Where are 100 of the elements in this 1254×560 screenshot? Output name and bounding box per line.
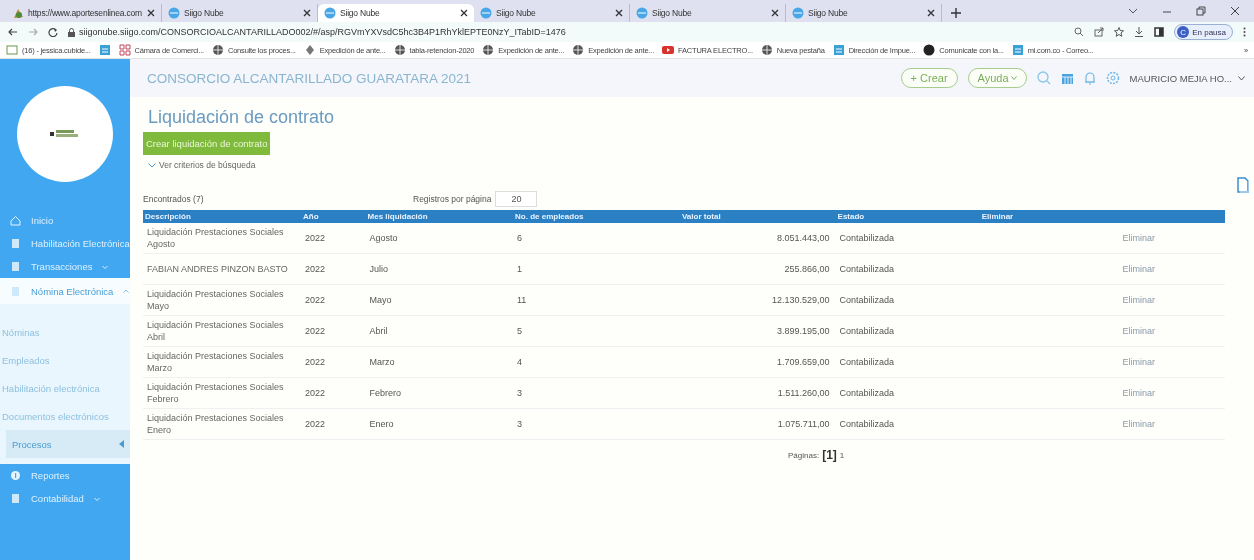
table-cell: FABIAN ANDRES PINZON BASTO	[147, 264, 288, 274]
table-cell: 1.511.260,00	[777, 388, 830, 398]
table-cell: Enero	[369, 419, 394, 429]
logo-icon	[50, 129, 80, 139]
table-cell: 8.051.443,00	[777, 233, 830, 243]
chevron-icon	[148, 162, 156, 168]
search-criteria-toggle[interactable]: Ver criterios de búsqueda	[148, 160, 1225, 170]
document-icon[interactable]	[98, 44, 111, 56]
close-icon[interactable]	[460, 9, 468, 17]
column-header: Eliminar	[979, 210, 1225, 223]
chevron-icon[interactable]	[1128, 6, 1138, 16]
table-cell: 5	[517, 326, 523, 336]
table-cell: Liquidación Prestaciones Sociales Enero	[147, 413, 284, 435]
document-icon[interactable]	[1237, 177, 1249, 193]
close-icon[interactable]	[927, 9, 935, 17]
close-icon[interactable]	[771, 9, 779, 17]
document-icon	[10, 285, 21, 297]
play-icon	[662, 44, 675, 56]
envelope-icon	[6, 44, 18, 56]
company-name: CONSORCIO ALCANTARILLADO GUARATARA 2021	[147, 70, 473, 86]
table-cell: 2022	[305, 419, 326, 429]
column-header: Estado	[835, 210, 980, 223]
table-cell: 2022	[305, 233, 326, 243]
table-cell: Contabilizada	[839, 264, 895, 274]
share-icon[interactable]	[1094, 27, 1105, 37]
emblem-icon	[303, 44, 316, 56]
document-icon	[10, 493, 21, 504]
pager-label: Páginas:	[788, 450, 820, 460]
table-cell: Contabilizada	[839, 326, 895, 336]
browser-tab[interactable]: Siigo Nube	[318, 4, 474, 22]
table-cell: Mayo	[369, 295, 392, 305]
close-icon[interactable]	[615, 9, 623, 17]
table-cell: 11	[517, 295, 527, 305]
table-cell: 255.866,00	[784, 264, 830, 274]
column-header: Año	[301, 210, 366, 223]
reload-icon[interactable]	[48, 27, 58, 37]
zoom-icon[interactable]	[1074, 27, 1085, 37]
results-count: Encontrados (7)	[143, 194, 205, 204]
table-cell: 2022	[305, 326, 326, 336]
close-icon[interactable]	[1230, 6, 1240, 16]
avatar: C	[1177, 26, 1190, 38]
page-title: Liquidación de contrato	[148, 107, 336, 128]
table-cell: Febrero	[369, 388, 402, 398]
table-cell: 3	[517, 419, 523, 429]
page-count: 1	[839, 450, 845, 460]
lock-icon	[68, 27, 75, 37]
table-cell: Liquidación Prestaciones Sociales Mayo	[147, 289, 284, 311]
calendar-icon[interactable]	[1060, 71, 1074, 85]
document-icon	[10, 238, 21, 249]
document-icon	[10, 261, 21, 272]
grid-icon	[118, 44, 131, 56]
table-cell: Marzo	[369, 357, 395, 367]
table-cell: Liquidación Prestaciones Sociales Febrero	[147, 382, 284, 404]
table-cell: 2022	[305, 388, 326, 398]
current-page[interactable]: [1]	[822, 448, 837, 462]
table-cell: 2022	[305, 357, 326, 367]
user-menu[interactable]: MAURICIO MEJIA HO...	[1129, 72, 1245, 84]
table-cell: 6	[517, 233, 523, 243]
chevron-icon	[102, 264, 109, 269]
table-cell: 3.899.195,00	[777, 326, 830, 336]
table-cell: Contabilizada	[839, 419, 895, 429]
restore-icon[interactable]	[1196, 6, 1206, 16]
table-cell: 3	[517, 388, 523, 398]
column-header: No. de empleados	[513, 210, 680, 223]
table-cell: 1.709.659,00	[777, 357, 830, 367]
chevron-icon	[1010, 76, 1017, 80]
table-cell: Liquidación Prestaciones Sociales Agosto	[147, 227, 284, 249]
table-cell: Liquidación Prestaciones Sociales Marzo	[147, 351, 284, 373]
more-icon[interactable]	[1243, 27, 1246, 37]
close-icon[interactable]	[303, 9, 311, 17]
side-panel-icon[interactable]	[1154, 27, 1165, 37]
star-icon[interactable]	[1114, 27, 1125, 37]
chevron-icon	[93, 496, 100, 501]
table-cell: 1.075.711,00	[777, 419, 830, 429]
per-page-label: Registros por página	[413, 194, 492, 204]
table-cell: 2022	[305, 295, 326, 305]
document-icon	[832, 44, 845, 56]
caret-icon	[119, 440, 124, 448]
table-cell: Liquidación Prestaciones Sociales Abril	[147, 320, 284, 342]
per-page-field[interactable]: 20	[495, 191, 538, 207]
new-tab-icon[interactable]	[950, 7, 962, 19]
table-cell: Contabilizada	[839, 233, 895, 243]
table-cell: Agosto	[369, 233, 398, 243]
close-icon[interactable]	[147, 9, 155, 17]
table-cell: Contabilizada	[839, 388, 895, 398]
table-cell: 1	[517, 264, 523, 274]
chevron-icon	[123, 289, 130, 293]
address-field[interactable]: siigonube.siigo.com/CONSORCIOALCANTARILLADO002/#/asp/RGVmYXVsdC5hc3B4P1RhYklEPTE0NzY_ITabID=1476	[79, 27, 566, 37]
download-icon[interactable]	[1134, 27, 1145, 37]
back-icon[interactable]	[8, 27, 18, 37]
info-icon	[10, 470, 21, 481]
column-header: Valor total	[679, 210, 836, 223]
table-cell: Abril	[369, 326, 388, 336]
column-header: Mes liquidación	[365, 210, 513, 223]
document-icon	[1011, 44, 1024, 56]
column-header: Descripción	[143, 210, 301, 223]
profile-button[interactable]: C En pausa	[1174, 24, 1233, 40]
table-cell: 4	[517, 357, 523, 367]
table-cell: 12.130.529,00	[772, 295, 830, 305]
table-cell: Contabilizada	[839, 295, 895, 305]
